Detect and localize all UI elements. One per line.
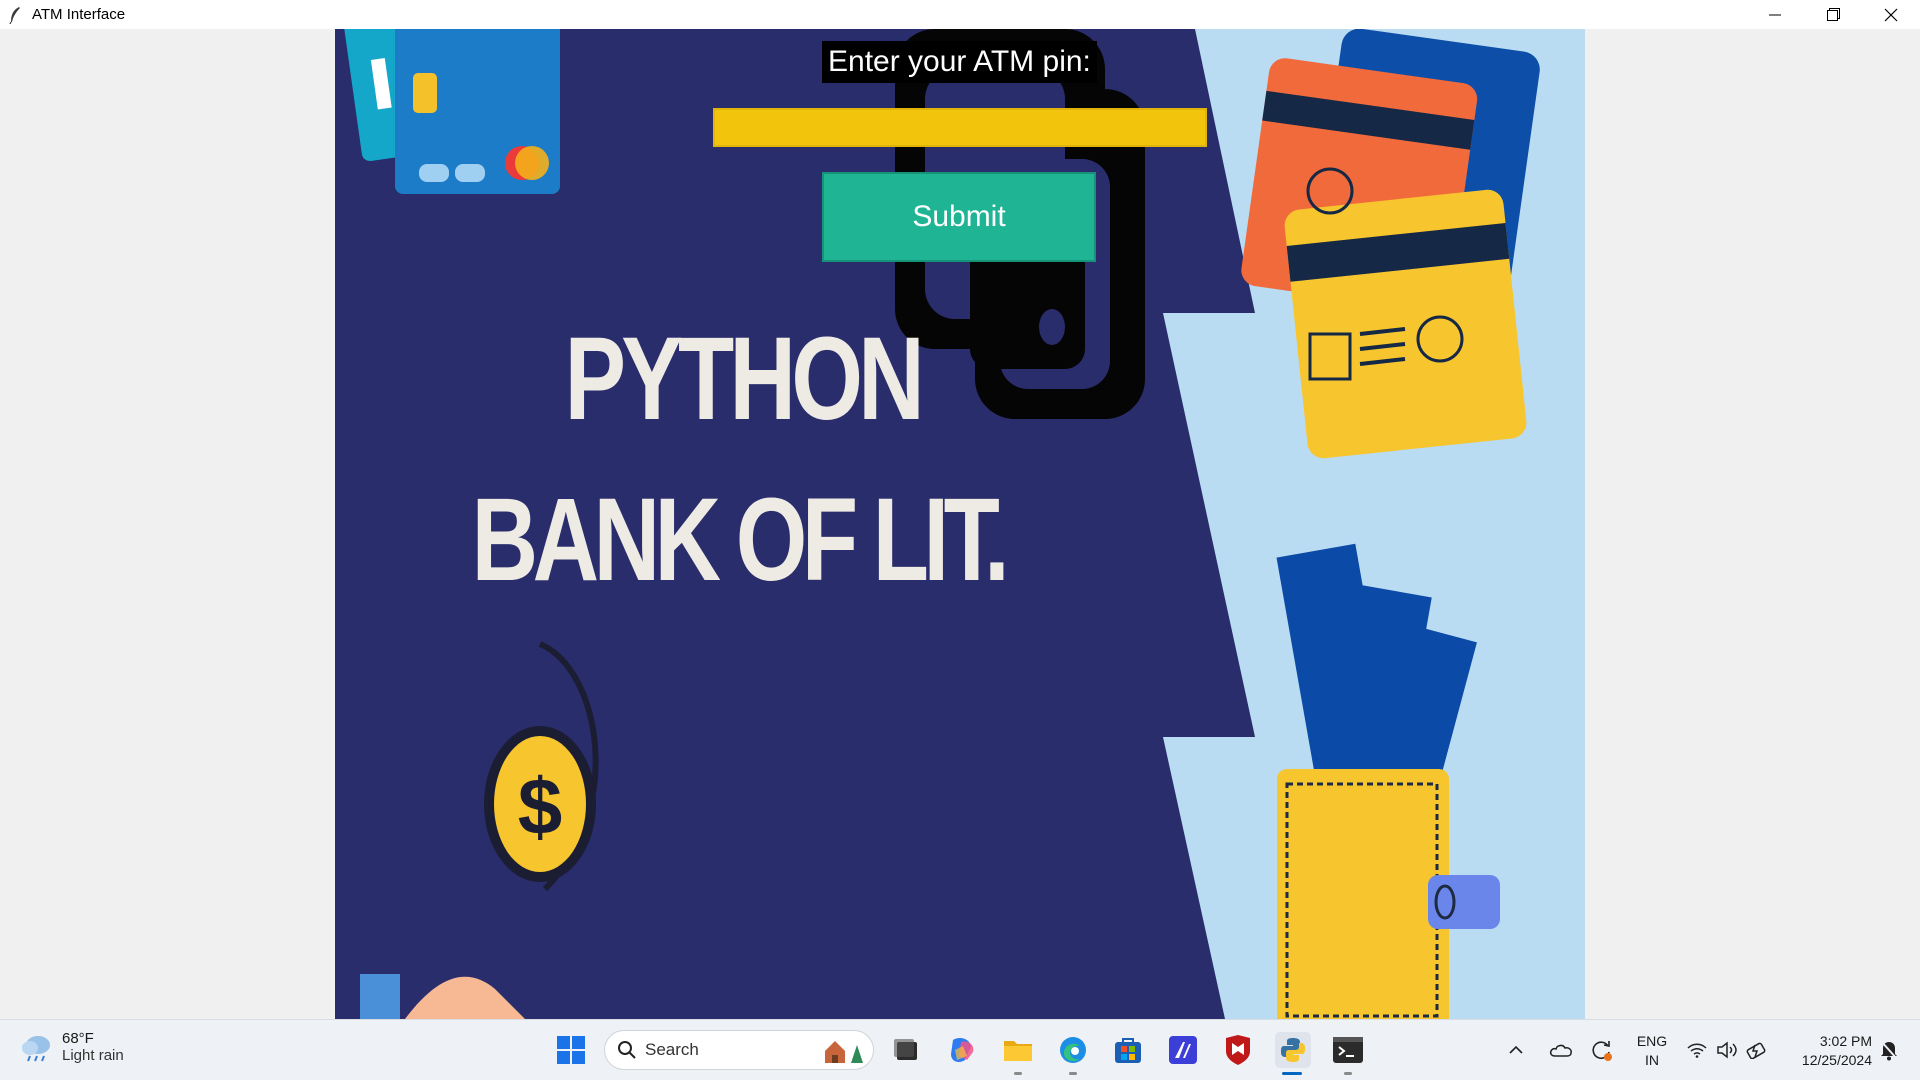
rain-cloud-icon [22,1036,50,1062]
close-button[interactable] [1862,0,1920,29]
weather-widget[interactable]: 68°F Light rain [20,1030,124,1064]
microsoft-store-icon[interactable] [1110,1032,1146,1068]
edge-running-indicator [1069,1072,1077,1075]
holiday-house-icon [825,1041,863,1063]
weather-condition: Light rain [62,1047,124,1064]
notification-bell-icon[interactable] [1874,1032,1904,1068]
minimize-button[interactable] [1746,0,1804,29]
file-explorer-icon[interactable] [1000,1032,1036,1068]
search-icon [618,1041,636,1059]
mcafee-icon[interactable] [1220,1032,1256,1068]
submit-button[interactable]: Submit [822,172,1096,262]
copilot-icon[interactable] [944,1032,980,1068]
python-icon[interactable] [1275,1032,1311,1068]
bank-name-line1: PYTHON [564,313,925,445]
volume-icon[interactable] [1712,1032,1742,1068]
wifi-icon[interactable] [1682,1032,1712,1068]
clock-date: 12/25/2024 [1801,1052,1872,1068]
battery-charging-icon[interactable] [1742,1032,1772,1068]
clock-time: 3:02 PM [1819,1033,1872,1049]
search-placeholder: Search [645,1040,699,1059]
svg-text:$: $ [518,762,563,851]
windows-start-icon[interactable] [553,1032,589,1068]
language-indicator[interactable]: ENG IN [1630,1032,1674,1070]
language-region: IN [1645,1052,1659,1068]
taskbar: 68°F Light rain Search ENG IN 3:02 PM 12… [0,1019,1920,1080]
pin-label: Enter your ATM pin: [822,41,1097,83]
terminal-running-indicator [1344,1072,1352,1075]
python-active-indicator [1282,1072,1302,1075]
edge-icon[interactable] [1055,1032,1091,1068]
chevron-up-icon[interactable] [1504,1032,1528,1068]
task-view-icon[interactable] [888,1032,924,1068]
window-client-area: $ Enter your ATM pin: Submit PYTHON BANK… [0,29,1920,1019]
sync-update-icon[interactable] [1586,1032,1616,1068]
weather-temperature: 68°F [62,1030,94,1047]
onedrive-cloud-icon[interactable] [1546,1032,1576,1068]
close-icon [1884,8,1898,21]
language-code: ENG [1636,1033,1668,1049]
clock[interactable]: 3:02 PM 12/25/2024 [1780,1032,1872,1070]
feather-app-icon [4,4,26,26]
minimize-icon [1769,14,1781,15]
window-title: ATM Interface [32,6,126,23]
atm-canvas: $ Enter your ATM pin: Submit PYTHON BANK… [335,29,1585,1019]
restore-icon [1826,8,1840,21]
vscode-icon[interactable] [1165,1032,1201,1068]
maximize-button[interactable] [1804,0,1862,29]
taskbar-search[interactable]: Search [604,1030,874,1070]
bank-name-line2: BANK OF LIT. [471,474,1010,606]
file-explorer-running-indicator [1014,1072,1022,1075]
terminal-icon[interactable] [1330,1032,1366,1068]
title-bar: ATM Interface [0,0,1920,29]
pin-input[interactable] [713,108,1207,147]
